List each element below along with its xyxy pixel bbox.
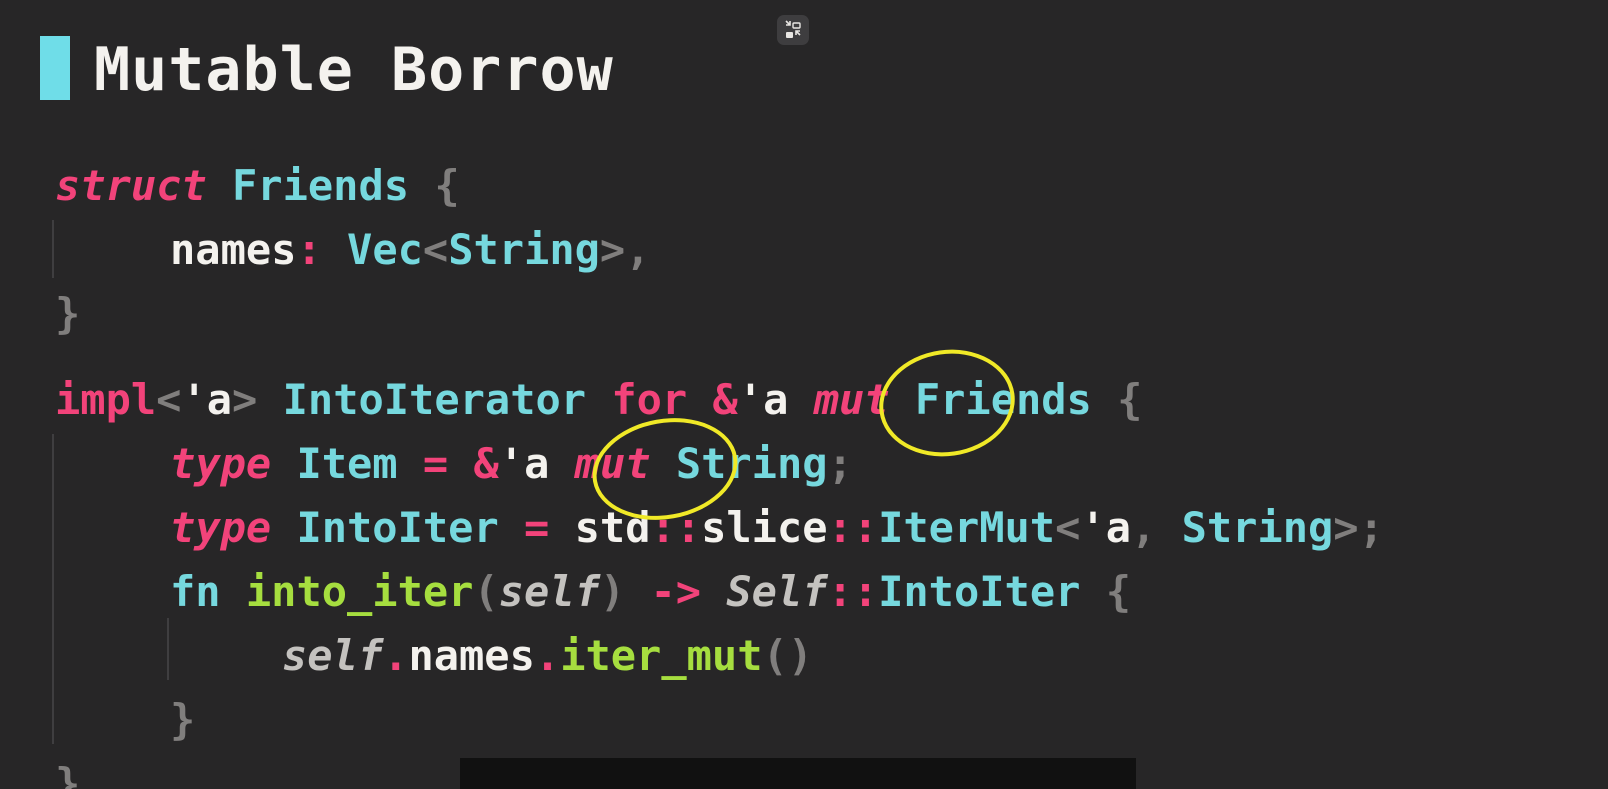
module-slice: slice xyxy=(701,503,828,552)
angle-close: > xyxy=(1333,503,1359,552)
indent-guide-struct xyxy=(52,220,54,278)
type-string: String xyxy=(1181,503,1334,552)
code-line-8: self.names.iter_mut() xyxy=(55,624,1384,688)
path-separator: :: xyxy=(650,503,702,552)
type-itermut: IterMut xyxy=(878,503,1056,552)
keyword-impl: impl xyxy=(55,375,157,424)
paren-close: ) xyxy=(599,567,626,616)
keyword-type: type xyxy=(170,503,272,552)
lifetime-a: 'a xyxy=(498,439,550,488)
comma: , xyxy=(625,225,651,274)
video-control-bar xyxy=(460,758,1136,789)
self-ref: self xyxy=(282,631,384,680)
exit-fullscreen-button[interactable] xyxy=(777,15,809,45)
exit-fullscreen-icon xyxy=(785,20,801,38)
open-brace: { xyxy=(434,161,460,210)
slide-title: Mutable Borrow xyxy=(94,35,614,105)
angle-close: > xyxy=(599,225,626,274)
keyword-mut: mut xyxy=(574,439,651,488)
type-self: Self xyxy=(726,567,828,616)
open-brace: { xyxy=(1105,567,1131,616)
module-std: std xyxy=(574,503,651,552)
code-line-7: fn into_iter(self) -> Self::IntoIter { xyxy=(55,560,1384,624)
lifetime-a: 'a xyxy=(737,375,789,424)
angle-close: > xyxy=(232,375,258,424)
code-line-4: impl<'a> IntoIterator for &'a mut Friend… xyxy=(55,368,1384,432)
lifetime-a: 'a xyxy=(181,375,233,424)
indent-guide-impl xyxy=(52,434,54,744)
code-line-5: type Item = &'a mut String; xyxy=(55,432,1384,496)
function-into-iter: into_iter xyxy=(245,567,474,616)
field-names: names xyxy=(170,225,297,274)
code-line-1: struct Friends { xyxy=(55,154,1384,218)
type-friends: Friends xyxy=(914,375,1092,424)
keyword-for: for xyxy=(611,375,688,424)
lifetime-a: 'a xyxy=(1080,503,1131,552)
param-self: self xyxy=(498,567,600,616)
semicolon: ; xyxy=(1358,503,1384,552)
path-separator: :: xyxy=(827,567,879,616)
type-string: String xyxy=(448,225,600,274)
equals: = xyxy=(422,439,449,488)
ampersand: & xyxy=(712,375,738,424)
paren-open: ( xyxy=(473,567,499,616)
type-string: String xyxy=(675,439,828,488)
code-line-2: names: Vec<String>, xyxy=(55,218,1384,282)
parens: () xyxy=(762,631,814,680)
keyword-type: type xyxy=(170,439,272,488)
semicolon: ; xyxy=(827,439,853,488)
colon: : xyxy=(296,225,322,274)
close-brace: } xyxy=(55,759,81,789)
angle-open: < xyxy=(156,375,182,424)
code-block: struct Friends { names: Vec<String>, } i… xyxy=(55,154,1384,789)
close-brace: } xyxy=(55,289,81,338)
code-line-6: type IntoIter = std::slice::IterMut<'a, … xyxy=(55,496,1384,560)
code-line-9: } xyxy=(55,688,1384,752)
type-item: Item xyxy=(296,439,398,488)
trait-intoiterator: IntoIterator xyxy=(282,375,587,424)
equals: = xyxy=(524,503,550,552)
open-brace: { xyxy=(1117,375,1143,424)
type-intoiter: IntoIter xyxy=(296,503,499,552)
keyword-mut: mut xyxy=(813,375,890,424)
dot: . xyxy=(383,631,409,680)
type-intoiter: IntoIter xyxy=(878,567,1081,616)
keyword-fn: fn xyxy=(170,567,221,616)
angle-open: < xyxy=(1055,503,1081,552)
path-separator: :: xyxy=(827,503,879,552)
dot: . xyxy=(534,631,561,680)
ampersand: & xyxy=(473,439,499,488)
keyword-struct: struct xyxy=(55,161,207,210)
close-brace: } xyxy=(170,695,196,744)
code-line-3: } xyxy=(55,282,1384,346)
angle-open: < xyxy=(422,225,449,274)
title-accent-bar xyxy=(40,36,70,100)
return-arrow: -> xyxy=(650,567,702,616)
type-vec: Vec xyxy=(347,225,423,274)
field-names: names xyxy=(408,631,535,680)
type-friends: Friends xyxy=(232,161,410,210)
comma: , xyxy=(1130,503,1157,552)
method-iter-mut: iter_mut xyxy=(560,631,763,680)
